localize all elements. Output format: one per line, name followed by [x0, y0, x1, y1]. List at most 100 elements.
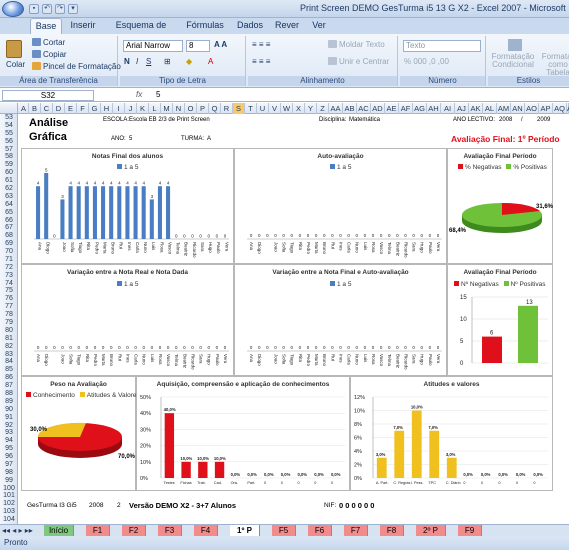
row-header[interactable]: 62 [0, 185, 18, 193]
column-header[interactable]: Z [317, 103, 329, 114]
borders-icon[interactable]: ⊞ [164, 57, 171, 66]
row-header[interactable]: 58 [0, 153, 18, 161]
row-header[interactable]: 96 [0, 453, 18, 461]
row-header[interactable]: 56 [0, 138, 18, 146]
column-header[interactable]: AJ [455, 103, 469, 114]
column-header[interactable]: S [233, 103, 245, 114]
row-header[interactable]: 64 [0, 201, 18, 209]
row-header[interactable]: 104 [0, 516, 18, 524]
column-header[interactable]: I [113, 103, 125, 114]
column-header[interactable]: Q [209, 103, 221, 114]
column-header[interactable]: AB [343, 103, 357, 114]
row-header[interactable]: 54 [0, 122, 18, 130]
column-header[interactable]: C [41, 103, 53, 114]
name-box[interactable]: S32 [2, 90, 94, 101]
column-header[interactable]: AH [427, 103, 441, 114]
conditional-format-button[interactable]: Formatação Condicional [490, 53, 536, 69]
italic-icon[interactable]: I [136, 57, 138, 66]
column-header[interactable]: AF [399, 103, 413, 114]
conditional-format-icon[interactable] [508, 39, 522, 51]
row-header[interactable]: 79 [0, 319, 18, 327]
number-format-icons[interactable]: % 000 ,0 ,00 [404, 57, 449, 66]
column-header[interactable]: P [197, 103, 209, 114]
column-header[interactable]: M [161, 103, 173, 114]
column-header[interactable]: K [137, 103, 149, 114]
copy-button[interactable]: Copiar [32, 50, 67, 59]
row-header[interactable]: 61 [0, 177, 18, 185]
paste-icon[interactable] [6, 40, 22, 58]
row-header[interactable]: 87 [0, 382, 18, 390]
row-header[interactable]: 77 [0, 303, 18, 311]
fill-color-icon[interactable]: ◆ [186, 57, 192, 66]
row-header[interactable]: 88 [0, 390, 18, 398]
row-header[interactable]: 95 [0, 445, 18, 453]
column-header[interactable]: AG [413, 103, 427, 114]
tab-ver[interactable]: Ver [308, 18, 330, 34]
row-header[interactable]: 93 [0, 429, 18, 437]
fx-icon[interactable]: fx [136, 90, 142, 99]
chart-variacao-final-auto[interactable]: Variação entre a Nota Final e Auto-avali… [234, 264, 447, 376]
row-header[interactable]: 92 [0, 422, 18, 430]
row-header[interactable]: 101 [0, 492, 18, 500]
row-header[interactable]: 102 [0, 500, 18, 508]
underline-icon[interactable]: S [146, 57, 151, 66]
align-top-icon[interactable]: ≡ ≡ ≡ [252, 40, 270, 49]
row-header[interactable]: 91 [0, 414, 18, 422]
column-header[interactable]: V [269, 103, 281, 114]
column-header[interactable]: Y [305, 103, 317, 114]
chart-atitudes[interactable]: Atitudes e valores 0% 2% 4% 6% 8% 10% 12% 3,0% A… [350, 376, 553, 491]
undo-icon[interactable]: ↶ [42, 4, 52, 14]
cut-button[interactable]: Cortar [32, 38, 65, 47]
wrap-text-button[interactable]: Moldar Texto [328, 40, 385, 49]
row-header[interactable]: 89 [0, 398, 18, 406]
font-color-icon[interactable]: A [208, 57, 213, 66]
column-header[interactable]: AD [371, 103, 385, 114]
redo-icon[interactable]: ↷ [55, 4, 65, 14]
row-header[interactable]: 103 [0, 508, 18, 516]
tab-inserir[interactable]: Inserir [66, 18, 100, 34]
row-header[interactable]: 81 [0, 335, 18, 343]
column-header[interactable]: AA [329, 103, 343, 114]
column-header[interactable]: AN [511, 103, 525, 114]
row-header[interactable]: 99 [0, 477, 18, 485]
column-header[interactable]: AO [525, 103, 539, 114]
worksheet[interactable]: Análise Gráfica ESCOLA: Escola EB 2/3 de… [19, 114, 569, 524]
row-header[interactable]: 76 [0, 295, 18, 303]
chart-variacao-real-dada[interactable]: Variação entre a Nota Real e Nota Dada 1… [21, 264, 234, 376]
column-header[interactable]: AQ [553, 103, 567, 114]
paste-button[interactable]: Colar [6, 60, 25, 69]
column-header[interactable]: X [293, 103, 305, 114]
column-header[interactable]: E [65, 103, 77, 114]
chart-avaliacao-final-pie[interactable]: Avaliação Final Período % Negativas % Po… [447, 148, 553, 264]
merge-center-button[interactable]: Unir e Centrar [328, 57, 389, 66]
row-header[interactable]: 69 [0, 240, 18, 248]
chart-aquisicao[interactable]: Aquisição, compreensão e aplicação de co… [136, 376, 350, 491]
row-header[interactable]: 66 [0, 217, 18, 225]
column-header[interactable]: D [53, 103, 65, 114]
chart-peso-avaliacao[interactable]: Peso na Avaliação Conhecimento Atitudes … [21, 376, 140, 491]
row-header[interactable]: 70 [0, 248, 18, 256]
row-header[interactable]: 57 [0, 146, 18, 154]
font-size-select[interactable]: 8 [186, 40, 210, 52]
row-header[interactable]: 82 [0, 343, 18, 351]
tab-formulas[interactable]: Fórmulas [184, 18, 226, 34]
bold-icon[interactable]: N [124, 57, 130, 66]
row-header[interactable]: 71 [0, 256, 18, 264]
row-header[interactable]: 97 [0, 461, 18, 469]
column-header[interactable]: AE [385, 103, 399, 114]
row-header[interactable]: 72 [0, 264, 18, 272]
row-header[interactable]: 59 [0, 161, 18, 169]
format-table-button[interactable]: Formatar como Tabela [538, 53, 569, 77]
row-header[interactable]: 94 [0, 437, 18, 445]
column-header[interactable]: J [125, 103, 137, 114]
row-header[interactable]: 53 [0, 114, 18, 122]
column-header[interactable]: R [221, 103, 233, 114]
row-header[interactable]: 60 [0, 169, 18, 177]
column-header[interactable]: T [245, 103, 257, 114]
chart-notas-final[interactable]: Notas Final dos alunos 1 a 5 4 Ana 5 Diogo 0… [21, 148, 234, 264]
chart-auto-avaliacao[interactable]: Auto-avaliação 1 a 5 0 Ana 0 Diogo 0 0 Joao 0 So… [234, 148, 447, 264]
tab-base[interactable]: Base [30, 18, 62, 34]
column-header[interactable]: U [257, 103, 269, 114]
row-header[interactable]: 74 [0, 280, 18, 288]
row-header[interactable]: 80 [0, 327, 18, 335]
